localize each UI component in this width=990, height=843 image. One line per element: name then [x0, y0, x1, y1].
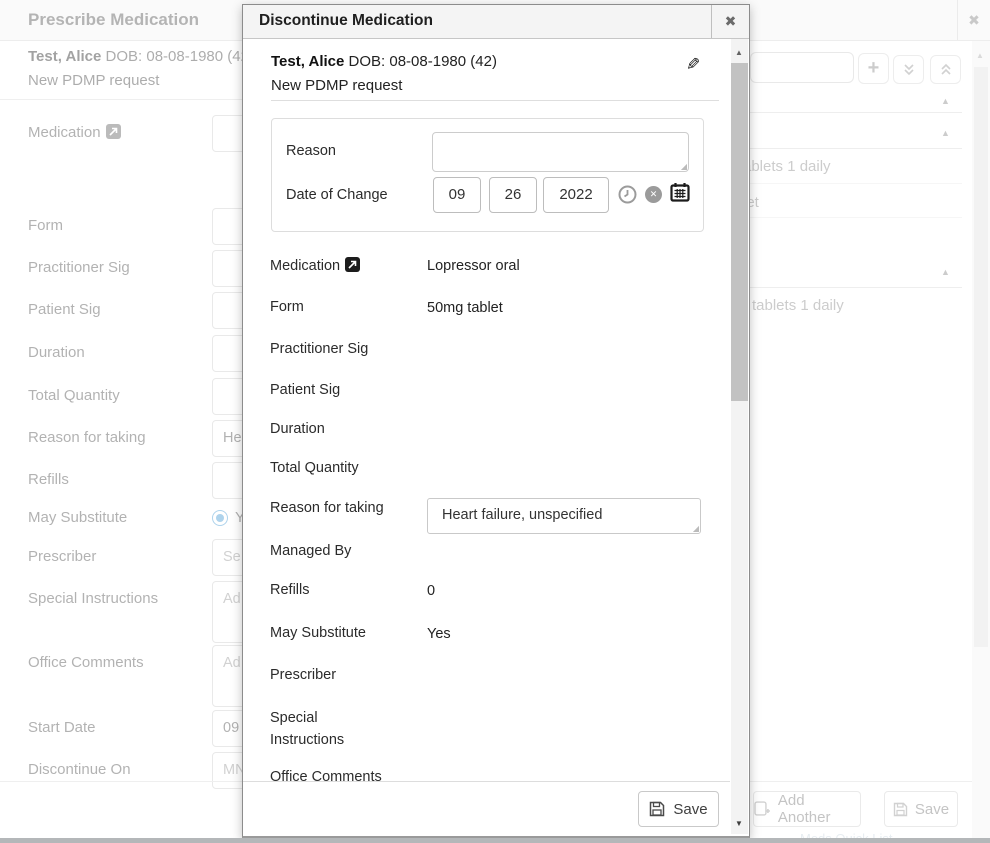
dialog-title: Discontinue Medication	[259, 12, 433, 30]
expand-all-button[interactable]	[893, 55, 924, 84]
save-button-background[interactable]: Save	[884, 791, 958, 827]
value-form: 50mg tablet	[427, 300, 503, 316]
divider	[744, 183, 962, 184]
pdmp-request-text: New PDMP request	[28, 72, 159, 89]
label-start-date: Start Date	[28, 719, 96, 736]
label-form: Form	[28, 217, 63, 234]
label-medication: Medication	[28, 124, 121, 141]
external-link-icon[interactable]	[106, 124, 121, 139]
collapse-all-button[interactable]	[930, 55, 961, 84]
patient-name: Test, Alice	[28, 48, 101, 65]
divider	[750, 112, 962, 113]
scroll-up-icon[interactable]: ▲	[976, 51, 984, 60]
divider	[744, 148, 962, 149]
edit-pencil-icon[interactable]: ✎	[686, 55, 700, 75]
page-scrollbar-thumb[interactable]	[974, 67, 988, 647]
label-form: Form	[270, 299, 304, 315]
date-month-input[interactable]: 09	[433, 177, 481, 213]
bottom-bar	[0, 838, 990, 843]
label-office-comments: Office Comments	[28, 654, 144, 671]
discontinue-medication-dialog: Discontinue Medication ✖ Test, Alice DOB…	[242, 4, 750, 838]
date-day-input[interactable]: 26	[489, 177, 537, 213]
save-button[interactable]: Save	[638, 791, 719, 827]
reason-textarea[interactable]: ◢	[432, 132, 689, 172]
label-special-instructions: Special Instructions	[270, 707, 365, 751]
value-may-substitute: Yes	[427, 626, 451, 642]
double-chevron-down-icon	[903, 63, 915, 76]
patient-name: Test, Alice	[271, 53, 344, 70]
patient-dob: DOB: 08-08-1980 (42	[106, 48, 249, 65]
dialog-scrollbar-thumb[interactable]	[731, 63, 748, 401]
reason-date-panel: Reason ◢ Date of Change 09 26 2022 ✕	[271, 118, 704, 232]
pdmp-request-text: New PDMP request	[271, 77, 402, 94]
patient-summary: Test, Alice DOB: 08-08-1980 (42	[28, 48, 249, 65]
dialog-footer: Save	[243, 781, 730, 836]
label-may-substitute: May Substitute	[28, 509, 127, 526]
save-icon	[649, 801, 665, 817]
med-list-item: tablets 1 daily	[752, 297, 844, 314]
save-icon	[893, 802, 908, 817]
section-collapse-icon[interactable]: ▲	[941, 96, 950, 106]
value-refills: 0	[427, 583, 435, 599]
label-practitioner-sig: Practitioner Sig	[270, 341, 368, 357]
reason-for-taking-select[interactable]: Heart failure, unspecified ◢	[427, 498, 701, 534]
label-duration: Duration	[270, 421, 325, 437]
app-window: Prescribe Medication ✖ Test, Alice DOB: …	[0, 0, 990, 843]
dialog-header: Discontinue Medication ✖	[243, 5, 749, 39]
label-refills: Refills	[28, 471, 69, 488]
label-managed-by: Managed By	[270, 543, 351, 559]
label-total-quantity: Total Quantity	[270, 460, 359, 476]
section-collapse-icon[interactable]: ▲	[941, 128, 950, 138]
value-medication: Lopressor oral	[427, 258, 520, 274]
page-title: Prescribe Medication	[28, 10, 199, 30]
may-substitute-radio-yes[interactable]	[212, 510, 228, 526]
section-collapse-icon[interactable]: ▲	[941, 267, 950, 277]
page-close-button[interactable]: ✖	[957, 0, 990, 40]
divider	[744, 287, 962, 288]
label-special-instructions: Special Instructions	[28, 590, 158, 607]
label-refills: Refills	[270, 582, 309, 598]
label-patient-sig: Patient Sig	[270, 382, 340, 398]
add-another-icon	[754, 801, 771, 817]
dialog-close-button[interactable]: ✖	[711, 5, 749, 38]
page-scrollbar[interactable]: ▲	[972, 41, 990, 838]
resize-grip-icon: ◢	[681, 163, 687, 171]
dialog-body: Test, Alice DOB: 08-08-1980 (42) ✎ New P…	[243, 39, 730, 782]
label-date-of-change: Date of Change	[286, 187, 388, 203]
label-may-substitute: May Substitute	[270, 625, 366, 641]
label-reason-for-taking: Reason for taking	[270, 500, 384, 516]
label-discontinue-on: Discontinue On	[28, 761, 131, 778]
patient-dob: DOB: 08-08-1980 (42)	[349, 53, 497, 70]
clock-icon[interactable]	[618, 185, 637, 209]
add-another-button[interactable]: Add Another	[753, 791, 861, 827]
label-medication: Medication	[270, 257, 360, 274]
resize-grip-icon: ◢	[693, 525, 699, 533]
close-icon: ✖	[968, 12, 980, 29]
scroll-up-icon[interactable]: ▲	[735, 48, 743, 57]
divider	[744, 217, 962, 218]
reason-for-taking-value: Heart failure, unspecified	[442, 507, 602, 523]
label-duration: Duration	[28, 344, 85, 361]
clear-date-icon[interactable]: ✕	[645, 186, 662, 203]
external-link-icon[interactable]	[345, 257, 360, 272]
date-year-input[interactable]: 2022	[543, 177, 609, 213]
plus-icon: +	[868, 57, 880, 80]
label-reason-for-taking: Reason for taking	[28, 429, 146, 446]
divider	[271, 100, 719, 101]
label-prescriber: Prescriber	[270, 667, 336, 683]
dialog-scrollbar[interactable]: ▲ ▼	[731, 39, 748, 834]
double-chevron-up-icon	[940, 63, 952, 76]
med-list-item: ablets 1 daily	[743, 158, 831, 175]
label-reason: Reason	[286, 143, 336, 159]
label-patient-sig: Patient Sig	[28, 301, 101, 318]
label-prescriber: Prescriber	[28, 548, 96, 565]
medication-search-input[interactable]	[750, 52, 854, 83]
calendar-icon[interactable]	[670, 182, 690, 207]
label-practitioner-sig: Practitioner Sig	[28, 259, 130, 276]
patient-summary: Test, Alice DOB: 08-08-1980 (42)	[271, 53, 497, 70]
label-total-quantity: Total Quantity	[28, 387, 120, 404]
scroll-down-icon[interactable]: ▼	[735, 819, 743, 828]
close-icon: ✖	[725, 13, 737, 30]
add-button[interactable]: +	[858, 53, 889, 84]
